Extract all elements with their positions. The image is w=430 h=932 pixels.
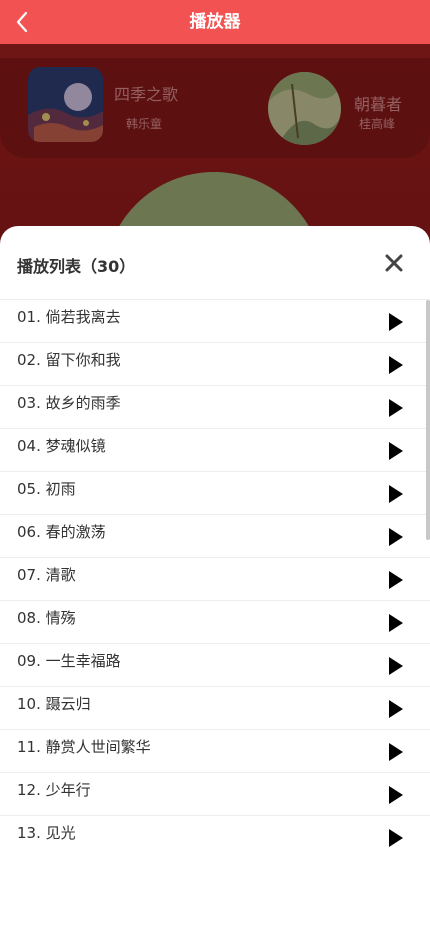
- playlist-item[interactable]: 13. 见光: [0, 816, 430, 858]
- playlist-title: 播放列表（30）: [17, 257, 136, 276]
- play-button[interactable]: [388, 398, 404, 418]
- play-icon: [389, 657, 403, 675]
- play-icon: [389, 829, 403, 847]
- next-song-artist: 桂高峰: [359, 117, 396, 131]
- song-label: 10. 蹑云归: [17, 695, 91, 713]
- current-song-title: 四季之歌: [114, 85, 179, 104]
- play-icon: [389, 571, 403, 589]
- play-button[interactable]: [388, 570, 404, 590]
- now-playing-card: 四季之歌 韩乐童 朝暮者 桂高峰: [0, 58, 430, 158]
- playlist-item[interactable]: 11. 静赏人世间繁华: [0, 730, 430, 773]
- play-icon: [389, 485, 403, 503]
- song-label: 07. 清歌: [17, 566, 76, 584]
- playlist: 01. 倘若我离去 02. 留下你和我 03. 故乡的雨季 04. 梦魂似镜 0…: [0, 300, 430, 932]
- chevron-left-icon: [16, 11, 28, 33]
- play-button[interactable]: [388, 613, 404, 633]
- playlist-scrollbar[interactable]: [426, 300, 430, 540]
- close-button[interactable]: [380, 249, 408, 277]
- back-button[interactable]: [6, 4, 42, 40]
- song-label: 03. 故乡的雨季: [17, 394, 121, 412]
- song-label: 01. 倘若我离去: [17, 308, 121, 326]
- playlist-item[interactable]: 08. 情殇: [0, 601, 430, 644]
- play-icon: [389, 700, 403, 718]
- current-song-artist: 韩乐童: [126, 117, 163, 131]
- playlist-item[interactable]: 05. 初雨: [0, 472, 430, 515]
- playlist-item[interactable]: 06. 春的激荡: [0, 515, 430, 558]
- next-song-title: 朝暮者: [354, 95, 403, 114]
- song-label: 08. 情殇: [17, 609, 76, 627]
- song-label: 11. 静赏人世间繁华: [17, 738, 151, 756]
- playlist-item[interactable]: 04. 梦魂似镜: [0, 429, 430, 472]
- play-button[interactable]: [388, 785, 404, 805]
- playlist-sheet: 播放列表（30） 01. 倘若我离去 02. 留下你和我 03. 故乡的雨季 0…: [0, 226, 430, 932]
- song-label: 04. 梦魂似镜: [17, 437, 106, 455]
- playlist-item[interactable]: 09. 一生幸福路: [0, 644, 430, 687]
- song-label: 05. 初雨: [17, 480, 76, 498]
- playlist-item[interactable]: 12. 少年行: [0, 773, 430, 816]
- player-screen: 播放器 四季之歌 韩乐童 朝暮者 桂高峰 播放列表（30） 01. 倘若我离去 …: [0, 0, 430, 932]
- album-cover-current[interactable]: [28, 67, 103, 142]
- song-label: 09. 一生幸福路: [17, 652, 121, 670]
- playlist-header: 播放列表（30）: [0, 226, 430, 300]
- playlist-item[interactable]: 02. 留下你和我: [0, 343, 430, 386]
- album-cover-next[interactable]: [268, 72, 341, 145]
- play-icon: [389, 614, 403, 632]
- play-button[interactable]: [388, 656, 404, 676]
- play-button[interactable]: [388, 742, 404, 762]
- playlist-item[interactable]: 03. 故乡的雨季: [0, 386, 430, 429]
- page-title: 播放器: [189, 12, 241, 32]
- play-button[interactable]: [388, 312, 404, 332]
- play-icon: [389, 786, 403, 804]
- play-icon: [389, 356, 403, 374]
- play-button[interactable]: [388, 355, 404, 375]
- app-header: 播放器: [0, 0, 430, 44]
- play-icon: [389, 743, 403, 761]
- playlist-item[interactable]: 10. 蹑云归: [0, 687, 430, 730]
- play-icon: [389, 528, 403, 546]
- play-icon: [389, 442, 403, 460]
- song-label: 06. 春的激荡: [17, 523, 106, 541]
- play-button[interactable]: [388, 699, 404, 719]
- song-label: 12. 少年行: [17, 781, 91, 799]
- playlist-item[interactable]: 07. 清歌: [0, 558, 430, 601]
- song-label: 02. 留下你和我: [17, 351, 121, 369]
- play-icon: [389, 313, 403, 331]
- play-button[interactable]: [388, 828, 404, 848]
- close-icon: [385, 254, 403, 272]
- play-icon: [389, 399, 403, 417]
- play-button[interactable]: [388, 527, 404, 547]
- playlist-item[interactable]: 01. 倘若我离去: [0, 300, 430, 343]
- play-button[interactable]: [388, 441, 404, 461]
- song-label: 13. 见光: [17, 824, 76, 842]
- play-button[interactable]: [388, 484, 404, 504]
